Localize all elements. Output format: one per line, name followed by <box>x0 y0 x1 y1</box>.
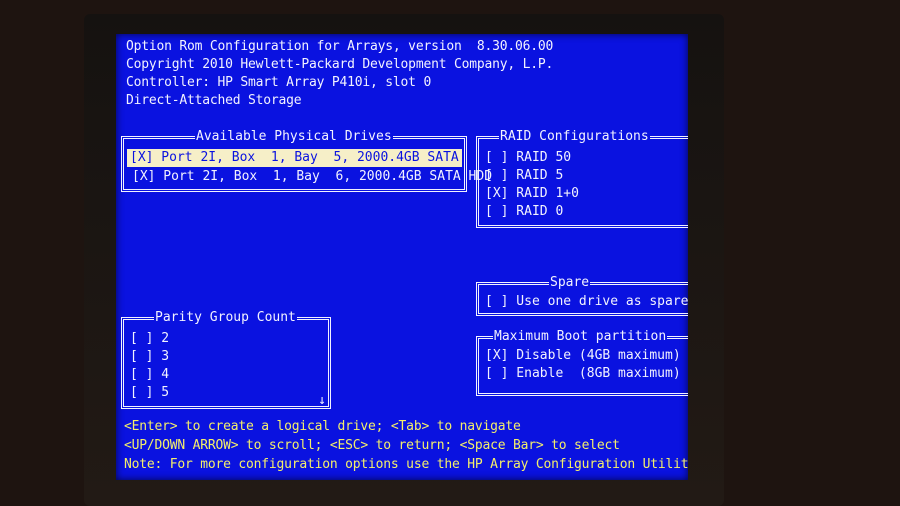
boot-partition-panel: Maximum Boot partition [X] Disable (4GB … <box>476 328 688 396</box>
header-copyright: Copyright 2010 Hewlett-Packard Developme… <box>126 57 554 72</box>
header-title: Option Rom Configuration for Arrays, ver… <box>126 39 554 54</box>
parity-option-5[interactable]: [ ] 5 <box>130 384 169 402</box>
boot-option-disable[interactable]: [X] Disable (4GB maximum) <box>485 347 681 365</box>
parity-option-4[interactable]: [ ] 4 <box>130 366 169 384</box>
footer-hint-enter: <Enter> to create a logical drive; <Tab>… <box>124 419 521 434</box>
footer-note: Note: For more configuration options use… <box>124 457 688 472</box>
bios-screen: Option Rom Configuration for Arrays, ver… <box>116 34 688 480</box>
physical-drives-title: Available Physical Drives <box>195 128 393 146</box>
raid-option-5[interactable]: [ ] RAID 5 <box>485 167 563 185</box>
parity-option-3[interactable]: [ ] 3 <box>130 348 169 366</box>
spare-option[interactable]: [ ] Use one drive as spare <box>485 293 688 311</box>
spare-panel: Spare [ ] Use one drive as spare <box>476 274 688 316</box>
spare-title: Spare <box>549 274 591 292</box>
raid-option-50[interactable]: [ ] RAID 50 <box>485 149 571 167</box>
parity-group-title: Parity Group Count <box>154 309 297 327</box>
parity-group-panel: Parity Group Count [ ] 2 [ ] 3 [ ] 4 [ ]… <box>121 309 331 409</box>
boot-option-enable[interactable]: [ ] Enable (8GB maximum) <box>485 365 681 383</box>
raid-config-panel: RAID Configurations [ ] RAID 50 [ ] RAID… <box>476 128 688 228</box>
raid-config-title: RAID Configurations <box>499 128 650 146</box>
boot-partition-title: Maximum Boot partition <box>493 328 668 346</box>
physical-drive-item[interactable]: [X] Port 2I, Box 1, Bay 5, 2000.4GB SATA… <box>127 149 490 167</box>
physical-drives-panel: Available Physical Drives [X] Port 2I, B… <box>121 128 492 192</box>
header-controller: Controller: HP Smart Array P410i, slot 0 <box>126 75 432 90</box>
parity-option-2[interactable]: [ ] 2 <box>130 330 169 348</box>
header-storage-type: Direct-Attached Storage <box>126 93 302 108</box>
scroll-down-arrow-icon[interactable]: ↓ <box>318 393 326 408</box>
physical-drive-item[interactable]: [X] Port 2I, Box 1, Bay 6, 2000.4GB SATA… <box>132 168 492 186</box>
raid-option-0[interactable]: [ ] RAID 0 <box>485 203 563 221</box>
footer-hint-navigation: <UP/DOWN ARROW> to scroll; <ESC> to retu… <box>124 438 620 453</box>
raid-option-1-0[interactable]: [X] RAID 1+0 <box>485 185 579 203</box>
